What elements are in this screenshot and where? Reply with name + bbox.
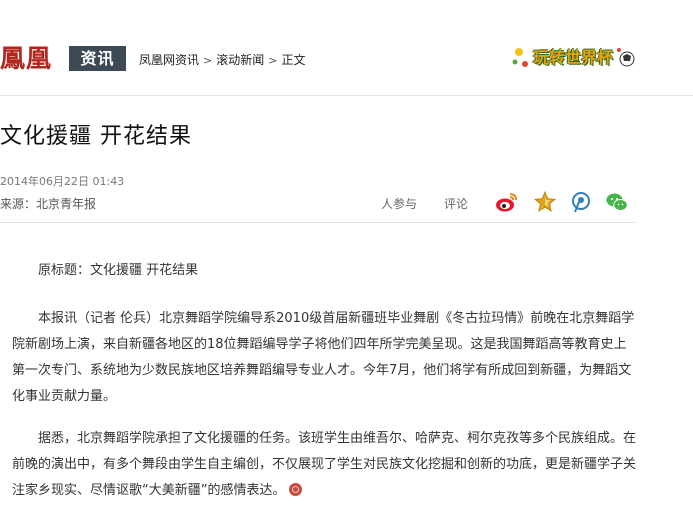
article-paragraph-text: 据悉，北京舞蹈学院承担了文化援疆的任务。该班学生由维吾尔、哈萨克、柯尔克孜等多个…: [12, 431, 637, 498]
weibo-icon[interactable]: [495, 190, 519, 214]
header-divider: [0, 95, 693, 96]
original-title-paragraph: 原标题：文化援疆 开花结果: [38, 263, 199, 278]
promo-text: 玩转世界杯: [533, 48, 614, 67]
breadcrumb: 凤凰网资讯 > 滚动新闻 > 正文: [139, 52, 305, 69]
participants-link[interactable]: 人参与: [381, 196, 417, 212]
source-name[interactable]: 北京青年报: [36, 197, 96, 211]
site-header: 鳳凰 资讯 凤凰网资讯 > 滚动新闻 > 正文 玩转世界杯: [0, 0, 693, 100]
article-paragraph: 本报讯（记者 伦兵）北京舞蹈学院编导系2010级首届新疆班毕业舞剧《冬古拉玛情》…: [12, 311, 635, 404]
ifeng-end-icon: [289, 483, 303, 496]
source-label: 来源：: [0, 197, 37, 211]
publish-date: 2014年06月22日 01:43: [0, 175, 125, 188]
meta-divider: [0, 222, 636, 223]
share-toolbar: [495, 190, 635, 216]
article-source: 来源：北京青年报: [0, 196, 96, 212]
chevron-right-icon: >: [203, 54, 213, 67]
chevron-right-icon: >: [268, 54, 278, 67]
article-title: 文化援疆 开花结果: [0, 124, 192, 149]
breadcrumb-scrolling-news[interactable]: 滚动新闻: [216, 53, 264, 67]
world-cup-promo-banner[interactable]: 玩转世界杯: [511, 44, 637, 72]
comment-link[interactable]: 评论: [444, 196, 468, 212]
ifeng-logo[interactable]: 鳳凰: [0, 44, 52, 74]
tencent-weibo-icon[interactable]: [569, 190, 593, 214]
star-icon[interactable]: [533, 190, 557, 214]
breadcrumb-ifeng-news[interactable]: 凤凰网资讯: [139, 53, 199, 67]
wechat-icon[interactable]: [605, 190, 629, 214]
article-paragraph: 据悉，北京舞蹈学院承担了文化援疆的任务。该班学生由维吾尔、哈萨克、柯尔克孜等多个…: [12, 426, 636, 504]
news-section-logo[interactable]: 资讯: [69, 46, 126, 71]
breadcrumb-current: 正文: [281, 53, 306, 67]
